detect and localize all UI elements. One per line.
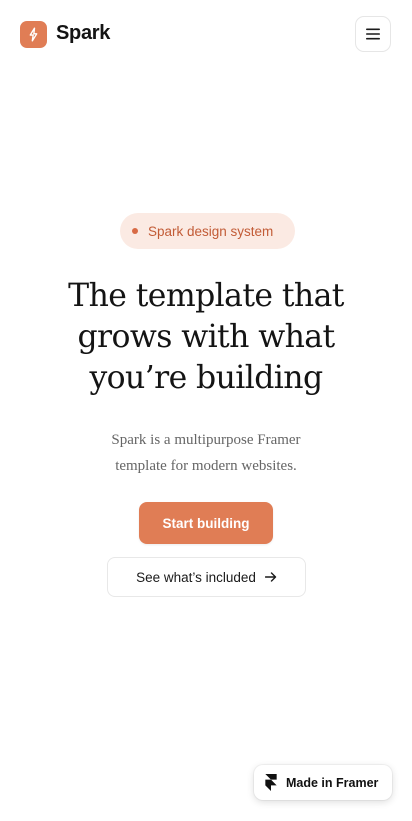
badge-dot (132, 228, 138, 234)
brand-name[interactable]: Spark (56, 22, 110, 45)
hero-title-line: The template that (68, 278, 344, 314)
hero-subtitle-line: template for modern websites. (115, 458, 297, 474)
hero-title-line: you’re building (89, 360, 323, 396)
badge-label: Spark design system (148, 223, 274, 239)
made-in-framer-badge[interactable]: Made in Framer (254, 765, 392, 800)
hero-subtitle-line: Spark is a multipurpose Framer (111, 432, 301, 448)
hero-title-line: grows with what (77, 319, 335, 355)
see-whats-included-label: See what’s included (136, 569, 256, 585)
menu-button[interactable] (355, 16, 391, 52)
design-system-badge: Spark design system (120, 213, 295, 249)
start-building-button[interactable]: Start building (139, 502, 273, 544)
framer-logo-icon (265, 774, 277, 791)
spark-logo-icon[interactable] (20, 21, 47, 48)
hero-title: The template that grows with what you’re… (40, 276, 372, 399)
see-whats-included-button[interactable]: See what’s included (107, 557, 306, 597)
hamburger-menu-icon (366, 28, 380, 40)
site-header: Spark (0, 0, 412, 70)
arrow-right-icon (264, 572, 277, 582)
made-in-framer-label: Made in Framer (286, 775, 379, 790)
hero-subtitle: Spark is a multipurpose Framer template … (40, 427, 372, 479)
